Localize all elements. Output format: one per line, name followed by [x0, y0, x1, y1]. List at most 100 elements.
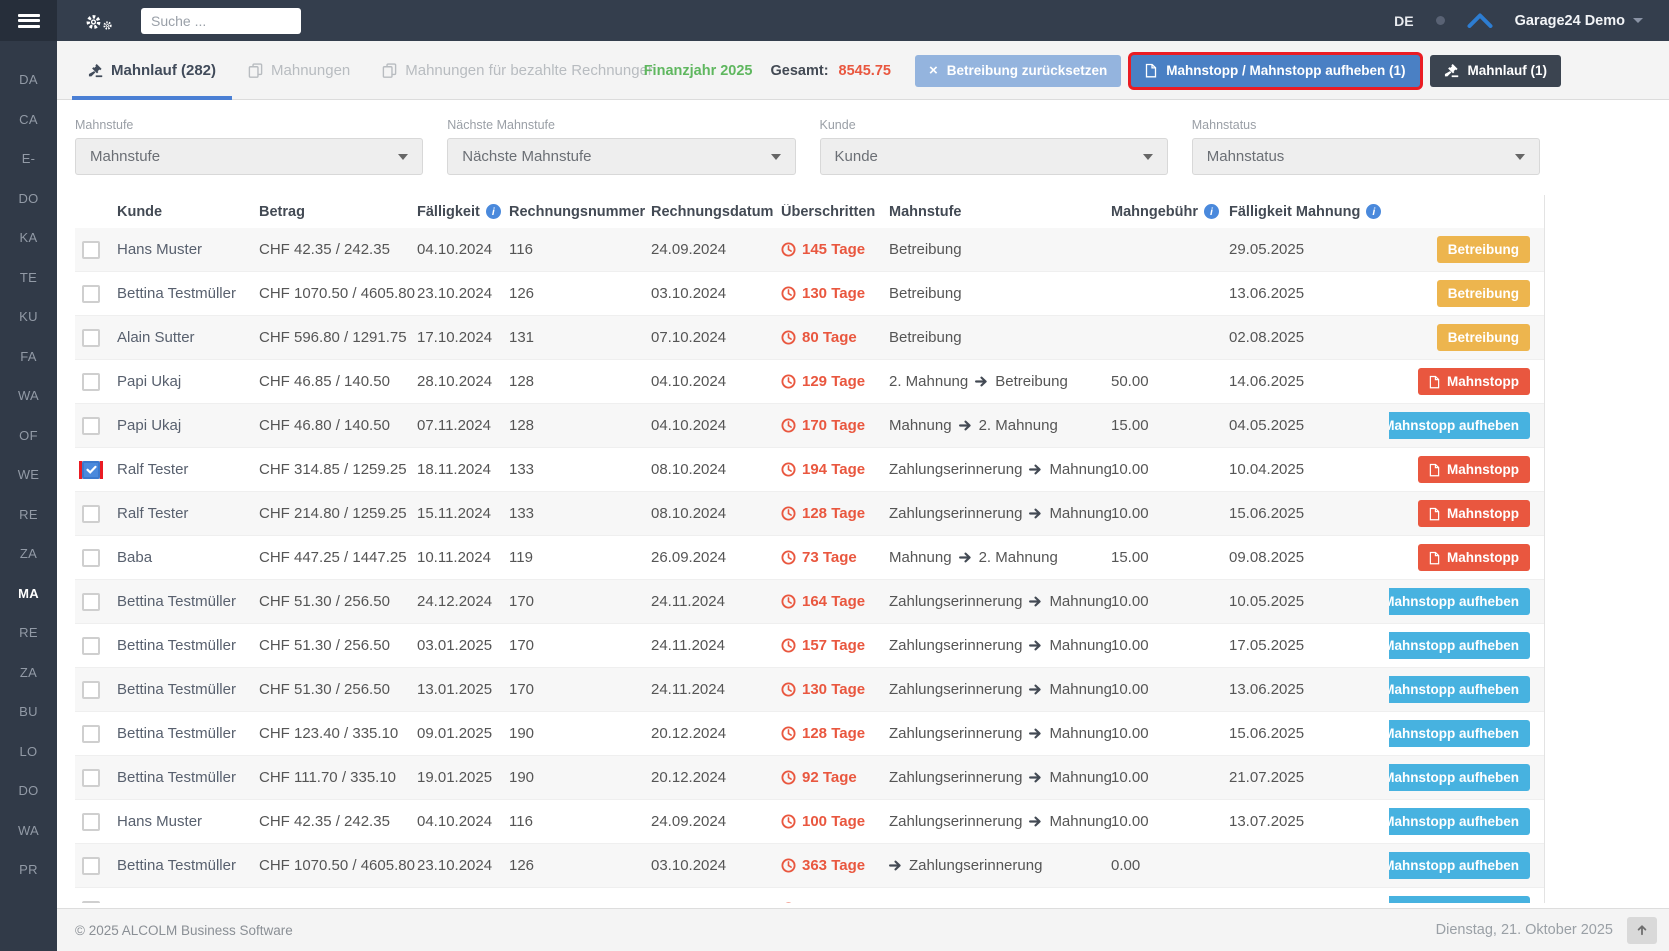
filter-select-nächste-mahnstufe[interactable]: Nächste Mahnstufe: [447, 138, 796, 175]
row-checkbox[interactable]: [82, 812, 100, 831]
row-checkbox[interactable]: [82, 724, 100, 743]
info-icon[interactable]: i: [485, 204, 501, 219]
sidebar-item-of[interactable]: OF: [0, 416, 57, 456]
cell-betrag: CHF 1070.50 / 4605.80: [259, 285, 415, 302]
sidebar-item-we[interactable]: WE: [0, 455, 57, 495]
sidebar-item-do[interactable]: DO: [0, 771, 57, 811]
status-badge-mahnstopp[interactable]: Mahnstopp: [1418, 544, 1530, 571]
sidebar-item-re[interactable]: RE: [0, 613, 57, 653]
account-menu[interactable]: Garage24 Demo: [1515, 13, 1643, 29]
notification-dot-icon[interactable]: [1435, 16, 1445, 25]
row-checkbox[interactable]: [82, 680, 100, 699]
sidebar-item-bu[interactable]: BU: [0, 692, 57, 732]
language-switch[interactable]: DE: [1394, 13, 1413, 29]
status-badge-betreibung[interactable]: Betreibung: [1436, 236, 1530, 263]
mahnlauf-button[interactable]: Mahnlauf (1): [1429, 54, 1561, 87]
cell-rechnungsdatum: 24.11.2024: [651, 637, 725, 654]
cell-mahngebuehr: 10.00: [1111, 505, 1149, 522]
cogs-icon[interactable]: [85, 11, 113, 31]
tab-mahnungen-bezahlt[interactable]: Mahnungen für bezahlte Rechnungen: [366, 41, 672, 99]
sidebar-item-re[interactable]: RE: [0, 495, 57, 535]
cell-mahnstufe: 2. Mahnung Betreibung: [889, 373, 1068, 390]
info-icon[interactable]: i: [1204, 204, 1219, 219]
filter-select-mahnstufe[interactable]: Mahnstufe: [75, 138, 424, 175]
table-row: Papi Ukaj CHF 46.80 / 140.50 07.11.2024 128…: [75, 404, 1544, 448]
tab-mahnungen[interactable]: Mahnungen: [232, 41, 366, 99]
cell-status: Mahnstopp aufheben: [1389, 588, 1544, 615]
scroll-to-top-button[interactable]: [1627, 916, 1657, 944]
row-checkbox[interactable]: [82, 416, 100, 435]
status-badge-mahnstopp[interactable]: Mahnstopp: [1418, 500, 1530, 527]
cell-mahnstufe: Mahnung 2. Mahnung: [889, 549, 1058, 566]
sidebar-item-e-[interactable]: E-: [0, 139, 57, 179]
sidebar-item-da[interactable]: DA: [0, 60, 57, 100]
column-header-label: Betrag: [259, 203, 305, 220]
mahnstopp-toggle-button[interactable]: Mahnstopp / Mahnstopp aufheben (1): [1131, 54, 1420, 87]
hamburger-menu-button[interactable]: [0, 0, 57, 41]
status-badge-aufheben[interactable]: Mahnstopp aufheben: [1389, 764, 1530, 791]
cell-checkbox: [75, 548, 117, 567]
sidebar-item-wa[interactable]: WA: [0, 811, 57, 851]
sidebar-item-do[interactable]: DO: [0, 179, 57, 219]
status-badge-betreibung[interactable]: Betreibung: [1436, 324, 1530, 351]
status-badge-mahnstopp[interactable]: Mahnstopp: [1418, 368, 1530, 395]
status-badge-aufheben[interactable]: Mahnstopp aufheben: [1389, 896, 1530, 903]
row-checkbox[interactable]: [82, 240, 100, 259]
clock-icon: [781, 462, 796, 477]
status-badge-aufheben[interactable]: Mahnstopp aufheben: [1389, 852, 1530, 879]
sidebar-item-ca[interactable]: CA: [0, 100, 57, 140]
row-checkbox[interactable]: [82, 504, 100, 523]
status-badge-aufheben[interactable]: Mahnstopp aufheben: [1389, 632, 1530, 659]
cell-checkbox: [75, 812, 117, 831]
cell-mahngebuehr: 10.00: [1111, 637, 1149, 654]
cell-rechnungsdatum: 07.10.2024: [651, 329, 727, 346]
status-badge-aufheben[interactable]: Mahnstopp aufheben: [1389, 412, 1530, 439]
search-input[interactable]: [141, 7, 301, 34]
status-badge-aufheben[interactable]: Mahnstopp aufheben: [1389, 808, 1530, 835]
sidebar-item-ka[interactable]: KA: [0, 218, 57, 258]
sidebar-item-ku[interactable]: KU: [0, 297, 57, 337]
status-badge-aufheben[interactable]: Mahnstopp aufheben: [1389, 676, 1530, 703]
cell-faelligkeit: 09.01.2025: [417, 725, 493, 742]
checkbox-wrap: [82, 592, 100, 611]
status-badge-aufheben[interactable]: Mahnstopp aufheben: [1389, 720, 1530, 747]
row-checkbox[interactable]: [82, 460, 100, 479]
row-checkbox[interactable]: [82, 548, 100, 567]
tab-mahnlauf[interactable]: Mahnlauf (282): [72, 41, 233, 100]
column-header-kunde: Kunde: [117, 204, 259, 220]
sidebar-item-za[interactable]: ZA: [0, 653, 57, 693]
filter-select-mahnstatus[interactable]: Mahnstatus: [1191, 138, 1540, 175]
cell-rechnungsnummer: 128: [509, 373, 535, 390]
row-checkbox[interactable]: [82, 592, 100, 611]
filter-select-kunde[interactable]: Kunde: [819, 138, 1168, 175]
row-checkbox[interactable]: [82, 372, 100, 391]
sidebar-item-pr[interactable]: PR: [0, 850, 57, 890]
table-header-row: Kunde Betrag Fälligkeit i Rechnungsnummer Rec…: [75, 195, 1544, 228]
tab-label: Mahnungen: [271, 61, 351, 79]
cell-rechnungsnummer: 119: [509, 549, 533, 566]
info-icon[interactable]: i: [1366, 204, 1382, 219]
row-checkbox[interactable]: [82, 636, 100, 655]
reset-betreibung-button[interactable]: × Betreibung zurücksetzen: [914, 54, 1122, 87]
sidebar-item-ma[interactable]: MA: [0, 574, 57, 614]
row-checkbox[interactable]: [82, 856, 100, 875]
row-checkbox[interactable]: [82, 768, 100, 787]
filter-selected-value: Kunde: [834, 148, 878, 165]
tab-label: Mahnungen für bezahlte Rechnungen: [405, 61, 657, 79]
cell-faelligkeit: 03.01.2025: [417, 637, 493, 654]
status-badge-mahnstopp[interactable]: Mahnstopp: [1418, 456, 1530, 483]
row-checkbox[interactable]: [82, 900, 100, 903]
sidebar-item-lo[interactable]: LO: [0, 732, 57, 772]
row-checkbox[interactable]: [82, 328, 100, 347]
sidebar-item-za[interactable]: ZA: [0, 534, 57, 574]
row-checkbox[interactable]: [82, 284, 100, 303]
file-icon: [1429, 507, 1440, 520]
status-badge-aufheben[interactable]: Mahnstopp aufheben: [1389, 588, 1530, 615]
sidebar-item-fa[interactable]: FA: [0, 337, 57, 377]
cell-faelligkeit-mahnung: 17.05.2025: [1229, 637, 1305, 654]
cell-mahnstufe: Betreibung: [889, 329, 962, 346]
sidebar-item-te[interactable]: TE: [0, 258, 57, 298]
sidebar-item-wa[interactable]: WA: [0, 376, 57, 416]
cell-rechnungsnummer: 170: [509, 593, 535, 610]
status-badge-betreibung[interactable]: Betreibung: [1436, 280, 1530, 307]
